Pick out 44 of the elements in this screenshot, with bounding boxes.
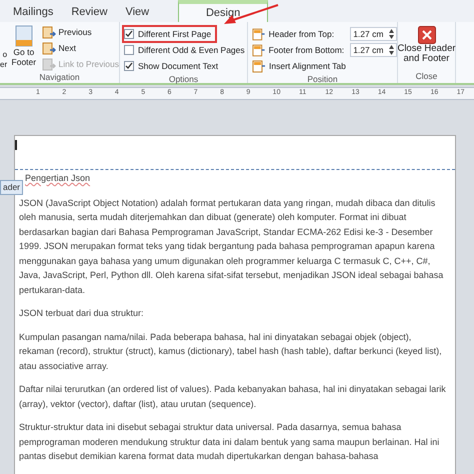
- header-margin-icon: [252, 28, 266, 40]
- page-icon: [14, 25, 33, 47]
- document-paragraph: JSON terbuat dari dua struktur:: [19, 307, 145, 320]
- document-paragraph: JSON (JavaScript Object Notation) adalah format pertukaran data yang ringan, mudah dibaca dan ditulis oleh manusia, serta mudah diterjemahkan dan dibuat (generate) oleh komputer. Format ini dibuat berdasarkan bagian dari Bahasa Pemprograman JavaScript, Standar ECMA-262 Edisi ke-3 - Desember 1999. JSON merupakan format teks yang tidak bergantung pada bahasa pemprograman apapun karena menggunakan gaya bahasa yang umum digunakan oleh programmer keluarga C termasuk C, C++, C#, Java, JavaScript, Perl, Python dll. Oleh karena sifat-sifat tersebut, menjadikan JSON ideal sebagai bahasa pertukaran-data.: [19, 196, 444, 297]
- ribbon-tab[interactable]: Mailings: [4, 2, 62, 22]
- nav-button[interactable]: Previous: [42, 25, 119, 39]
- header-tag: ader: [0, 180, 24, 195]
- checkbox[interactable]: [124, 29, 134, 39]
- go-to-header-button[interactable]: o er: [0, 50, 8, 70]
- ribbon-tab[interactable]: Review: [62, 2, 116, 22]
- ribbon-tab[interactable]: View: [116, 2, 158, 22]
- header-margin-icon: [252, 60, 266, 72]
- page-arrow-icon: [42, 26, 56, 38]
- go-to-footer-button[interactable]: Go to Footer: [10, 25, 38, 67]
- field-label: Footer from Bottom:: [268, 44, 346, 56]
- option-checkbox[interactable]: Different Odd & Even Pages: [124, 43, 249, 57]
- checkbox[interactable]: [124, 61, 134, 71]
- group-label: Position: [306, 73, 339, 86]
- document-heading: Pengertian Json: [25, 172, 92, 185]
- option-checkbox[interactable]: Show Document Text: [124, 59, 222, 73]
- spinner-icon[interactable]: [388, 45, 394, 55]
- page-arrow-icon: [42, 58, 56, 70]
- nav-button[interactable]: Next: [42, 41, 119, 55]
- spinner-icon[interactable]: [388, 29, 394, 39]
- document-paragraph: Kumpulan pasangan nama/nilai. Pada beberapa bahasa, hal ini dinyatakan sebagai objek (object), rekaman (record), struktur (struct), kamus (dictionary), tabel hash (hash table), daftar berkunci (keyed list), atau associative array.: [19, 330, 443, 373]
- text-cursor: [15, 140, 17, 150]
- document-paragraph: Daftar nilai terurutkan (an ordered list of values). Pada kebanyakan bahasa, hal ini dinyatakan sebagai larik (array), vektor (vector), daftar (list), atau urutan (sequence).: [19, 383, 447, 411]
- ribbon-tab[interactable]: Design: [178, 0, 268, 22]
- group-label: Navigation: [38, 71, 81, 84]
- insert-tab-button[interactable]: Insert Alignment Tab: [252, 59, 397, 73]
- close-icon: [418, 26, 436, 44]
- spin-field[interactable]: 1.27 cm: [350, 27, 397, 41]
- check-icon: [125, 30, 133, 38]
- spin-field[interactable]: 1.27 cm: [350, 43, 397, 57]
- page-arrow-icon: [42, 42, 56, 54]
- field-label: Header from Top:: [268, 28, 336, 40]
- group-label: Options: [168, 73, 200, 86]
- checkbox[interactable]: [124, 45, 134, 55]
- check-icon: [125, 62, 133, 70]
- option-checkbox[interactable]: Different First Page: [124, 27, 216, 41]
- group-label: Close: [414, 70, 438, 83]
- close-header-button[interactable]: Close Header and Footer: [398, 22, 455, 70]
- document-paragraph: Struktur-struktur data ini disebut sebagai struktur data universal. Pada dasarnya, semua bahasa pemprograman moderen mendukung struktur data ini dalam bentuk yang sama maupun berlainan. Hal ini pantas disebut demikian karena format data mudah dipertukarkan dengan bahasa-bahasa: [19, 421, 440, 463]
- header-margin-icon: [252, 44, 266, 56]
